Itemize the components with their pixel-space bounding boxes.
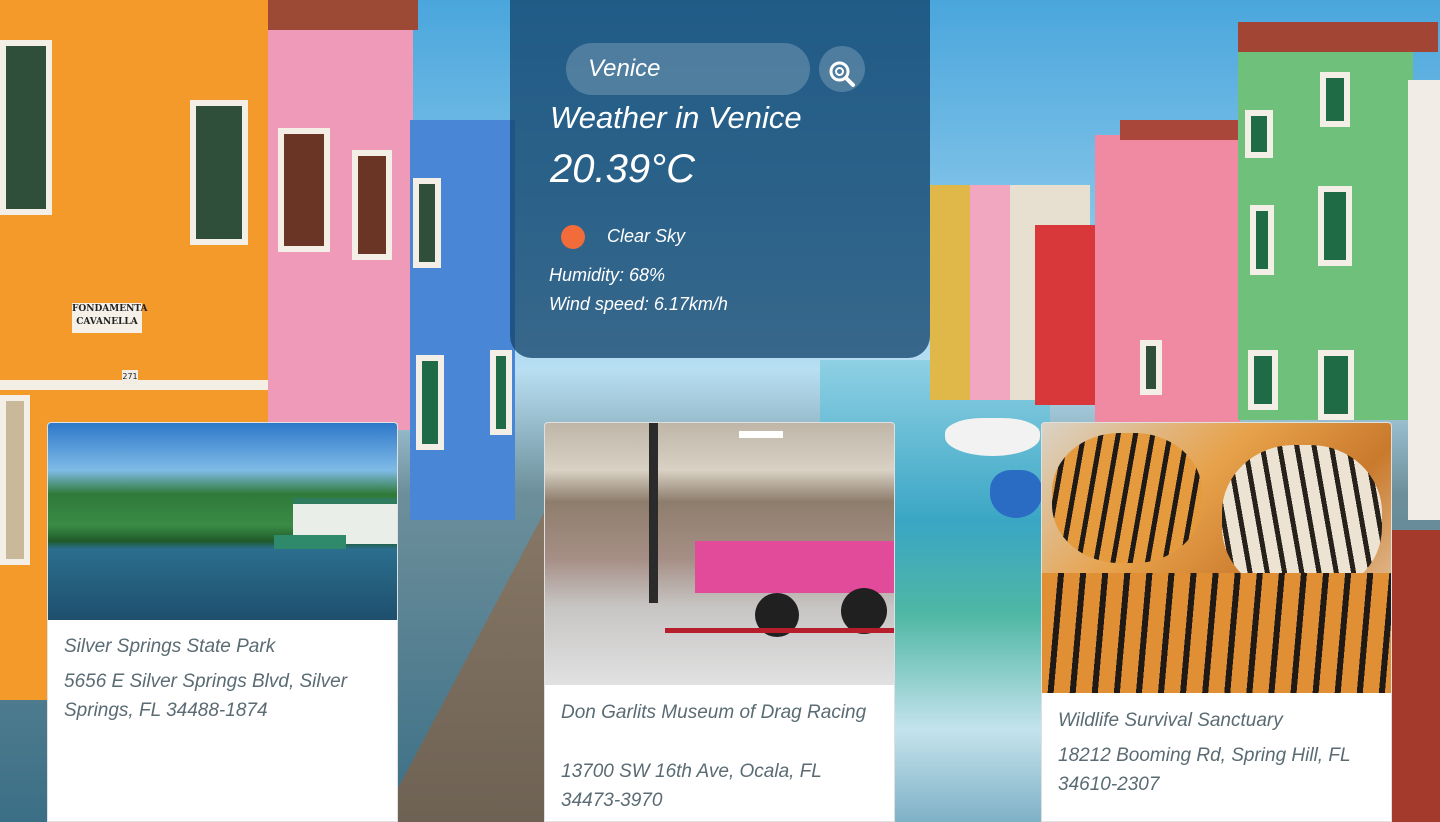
weather-condition: Clear Sky [607,226,686,246]
ceiling-light [739,431,783,438]
brick-wall [1392,530,1440,822]
window [1248,350,1278,410]
city-search-input[interactable] [566,43,810,95]
window [190,100,248,245]
place-address: 5656 E Silver Springs Blvd, Silver Sprin… [64,671,348,721]
wind-speed: Wind speed: 6.17km/h [549,294,728,314]
place-photo-museum [545,423,894,685]
window [0,40,52,215]
window [1318,186,1352,266]
magnifier-icon [819,60,865,88]
window [490,350,512,435]
pillar [649,423,658,603]
place-address: 18212 Booming Rd, Spring Hill, FL 34610-… [1058,745,1351,795]
temperature: 20.39°C [550,147,695,191]
place-name: Don Garlits Museum of Drag Racing [561,702,867,723]
boat [945,418,1040,456]
pink-roof [268,0,418,30]
place-card-garlits-museum[interactable]: Don Garlits Museum of Drag Racing 13700 … [544,422,895,822]
dragster [695,541,894,593]
humidity: Humidity: 68% [549,265,666,285]
tiger-body [1042,573,1391,693]
place-name: Wildlife Survival Sanctuary [1058,710,1283,731]
window [1245,110,1273,158]
search-button[interactable] [819,46,865,92]
window [1140,340,1162,395]
place-card-wildlife-sanctuary[interactable]: Wildlife Survival Sanctuary 18212 Boomin… [1041,422,1392,822]
window [1250,205,1274,275]
green-roof [1238,22,1438,52]
window [416,355,444,450]
window [278,128,330,252]
place-address: 13700 SW 16th Ave, Ocala, FL 34473-3970 [561,761,822,811]
pink-roof-right [1120,120,1240,140]
window [0,395,30,565]
white-house [1408,80,1440,520]
page: FONDAMENTA CAVANELLA 271 Venice Weather … [0,0,1440,822]
weather-panel: Weather in Venice 20.39°C Clear Sky Humi… [510,0,930,358]
tiger-head [1052,433,1202,563]
window [1320,72,1350,127]
place-name: Silver Springs State Park [64,636,276,657]
boat [990,470,1042,518]
place-photo-park [48,423,397,620]
sun-icon [561,225,585,249]
window [413,178,441,268]
rope-barrier [665,628,894,633]
window [352,150,392,260]
street-sign: FONDAMENTA CAVANELLA [72,303,147,333]
pink-house-right [1095,135,1240,425]
boat [274,535,346,549]
place-card-silver-springs[interactable]: Silver Springs State Park 5656 E Silver … [47,422,398,822]
weather-title: Weather in Venice [550,100,802,135]
house-number: 271 [122,370,138,384]
window [1318,350,1354,420]
place-photo-tigers [1042,423,1391,693]
